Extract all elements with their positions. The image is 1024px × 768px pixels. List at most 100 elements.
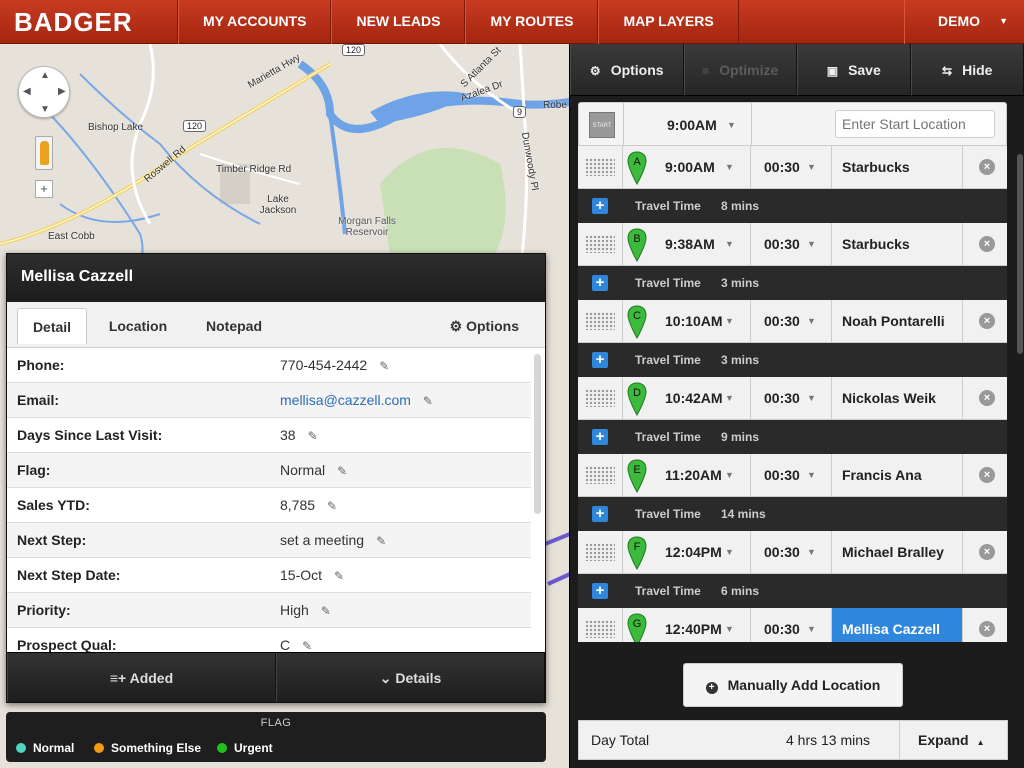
tab-location[interactable]: Location — [103, 308, 173, 344]
expand-button[interactable]: Expand ▲ — [899, 721, 1007, 759]
pencil-icon[interactable]: ✎ — [337, 454, 347, 488]
route-stop[interactable]: D 10:42AM ▼ 00:30 ▼ Nickolas Weik × — [578, 377, 1007, 420]
field-value[interactable]: 38 ✎ — [280, 418, 318, 453]
stop-duration[interactable]: 00:30 — [764, 531, 800, 573]
chevron-down-icon[interactable]: ▼ — [807, 223, 816, 265]
user-menu[interactable]: DEMO ▼ — [904, 0, 1024, 44]
chevron-down-icon[interactable]: ▼ — [725, 454, 734, 496]
drag-handle-icon[interactable] — [585, 620, 615, 638]
chevron-down-icon[interactable]: ▼ — [807, 377, 816, 419]
route-stop[interactable]: E 11:20AM ▼ 00:30 ▼ Francis Ana × — [578, 454, 1007, 497]
pan-control[interactable]: ▲ ▼ ◀ ▶ — [18, 66, 70, 118]
stop-duration[interactable]: 00:30 — [764, 608, 800, 642]
stop-time[interactable]: 12:40PM — [665, 608, 722, 642]
drag-handle-icon[interactable] — [585, 235, 615, 253]
stop-name[interactable]: Nickolas Weik — [832, 377, 962, 419]
chevron-down-icon[interactable]: ▼ — [725, 146, 734, 188]
route-options-button[interactable]: ⚙ Options — [570, 44, 684, 95]
remove-stop-icon[interactable]: × — [979, 236, 995, 252]
chevron-down-icon[interactable]: ▼ — [807, 146, 816, 188]
stop-duration[interactable]: 00:30 — [764, 223, 800, 265]
route-stop-list[interactable]: START 9:00AM ▼ A 9:00AM▼ 00:30▼ Starbuck… — [578, 102, 1007, 642]
details-button[interactable]: ⌄ Details — [276, 653, 545, 702]
remove-stop-icon[interactable]: × — [979, 621, 995, 637]
stop-name-selected[interactable]: Mellisa Cazzell — [832, 608, 962, 642]
stop-name[interactable]: Starbucks — [832, 223, 962, 265]
add-stop-icon[interactable]: + — [592, 352, 608, 368]
remove-stop-icon[interactable]: × — [979, 313, 995, 329]
add-stop-icon[interactable]: + — [592, 275, 608, 291]
remove-stop-icon[interactable]: × — [979, 159, 995, 175]
street-view-icon[interactable] — [35, 136, 53, 170]
tab-notepad[interactable]: Notepad — [199, 308, 269, 344]
drag-handle-icon[interactable] — [585, 312, 615, 330]
stop-name[interactable]: Starbucks — [832, 146, 962, 188]
drag-handle-icon[interactable] — [585, 466, 615, 484]
zoom-in-button[interactable]: + — [35, 180, 53, 198]
stop-time[interactable]: 9:38AM — [665, 223, 715, 265]
chevron-down-icon[interactable]: ▼ — [727, 103, 736, 147]
pencil-icon[interactable]: ✎ — [302, 629, 312, 652]
nav-map-layers[interactable]: MAP LAYERS — [598, 0, 739, 44]
stop-time[interactable]: 11:20AM — [665, 454, 722, 496]
field-value[interactable]: 770-454-2442 ✎ — [280, 348, 389, 383]
remove-stop-icon[interactable]: × — [979, 544, 995, 560]
nav-my-accounts[interactable]: MY ACCOUNTS — [178, 0, 332, 44]
chevron-down-icon[interactable]: ▼ — [725, 377, 734, 419]
field-value[interactable]: Normal ✎ — [280, 453, 347, 488]
route-stop[interactable]: A 9:00AM ▼ 00:30 ▼ Starbucks × — [578, 146, 1007, 189]
pencil-icon[interactable]: ✎ — [376, 524, 386, 558]
tab-detail[interactable]: Detail — [17, 308, 87, 344]
stop-duration[interactable]: 00:30 — [764, 146, 800, 188]
add-stop-icon[interactable]: + — [592, 198, 608, 214]
pencil-icon[interactable]: ✎ — [334, 559, 344, 593]
remove-stop-icon[interactable]: × — [979, 467, 995, 483]
stop-name[interactable]: Michael Bralley — [832, 531, 962, 573]
drag-handle-icon[interactable] — [585, 543, 615, 561]
hide-button[interactable]: ⇆ Hide — [910, 44, 1024, 95]
stop-duration[interactable]: 00:30 — [764, 454, 800, 496]
drag-handle-icon[interactable] — [585, 158, 615, 176]
remove-stop-icon[interactable]: × — [979, 390, 995, 406]
chevron-down-icon[interactable]: ▼ — [807, 608, 816, 642]
stop-name[interactable]: Francis Ana — [832, 454, 962, 496]
added-button[interactable]: ≡+ Added — [7, 653, 276, 702]
route-stop[interactable]: F 12:04PM ▼ 00:30 ▼ Michael Bralley × — [578, 531, 1007, 574]
chevron-down-icon[interactable]: ▼ — [807, 531, 816, 573]
field-value[interactable]: C ✎ — [280, 628, 312, 652]
scrollbar[interactable] — [534, 354, 541, 514]
brand-logo[interactable]: BADGER — [0, 0, 178, 44]
optimize-button[interactable]: ≡ Optimize — [683, 44, 797, 95]
field-value[interactable]: High ✎ — [280, 593, 331, 628]
drag-handle-icon[interactable] — [585, 389, 615, 407]
chevron-down-icon[interactable]: ▼ — [807, 300, 816, 342]
customer-field-list[interactable]: Phone: 770-454-2442 ✎ Email: mellisa@cazzel… — [7, 348, 545, 652]
field-value[interactable]: mellisa@cazzell.com ✎ — [280, 383, 433, 418]
chevron-down-icon[interactable]: ▼ — [725, 300, 734, 342]
chevron-down-icon[interactable]: ▼ — [725, 608, 734, 642]
start-time[interactable]: 9:00AM — [667, 103, 717, 147]
pencil-icon[interactable]: ✎ — [379, 349, 389, 383]
chevron-down-icon[interactable]: ▼ — [725, 531, 734, 573]
pencil-icon[interactable]: ✎ — [423, 384, 433, 418]
chevron-down-icon[interactable]: ▼ — [725, 223, 734, 265]
stop-time[interactable]: 10:42AM — [665, 377, 723, 419]
nav-new-leads[interactable]: NEW LEADS — [331, 0, 466, 44]
pencil-icon[interactable]: ✎ — [321, 594, 331, 628]
stop-time[interactable]: 10:10AM — [665, 300, 723, 342]
manually-add-location-button[interactable]: + Manually Add Location — [683, 663, 903, 707]
customer-options-button[interactable]: ⚙ Options — [450, 308, 519, 344]
stop-name[interactable]: Noah Pontarelli — [832, 300, 962, 342]
nav-my-routes[interactable]: MY ROUTES — [465, 0, 599, 44]
route-stop[interactable]: G 12:40PM ▼ 00:30 ▼ Mellisa Cazzell × — [578, 608, 1007, 642]
stop-duration[interactable]: 00:30 — [764, 377, 800, 419]
stop-time[interactable]: 9:00AM — [665, 146, 715, 188]
scrollbar[interactable] — [1017, 154, 1023, 354]
pencil-icon[interactable]: ✎ — [308, 419, 318, 453]
add-stop-icon[interactable]: + — [592, 429, 608, 445]
route-stop[interactable]: B 9:38AM ▼ 00:30 ▼ Starbucks × — [578, 223, 1007, 266]
add-stop-icon[interactable]: + — [592, 506, 608, 522]
add-stop-icon[interactable]: + — [592, 583, 608, 599]
save-button[interactable]: ▣ Save — [797, 44, 911, 95]
field-value[interactable]: 8,785 ✎ — [280, 488, 337, 523]
